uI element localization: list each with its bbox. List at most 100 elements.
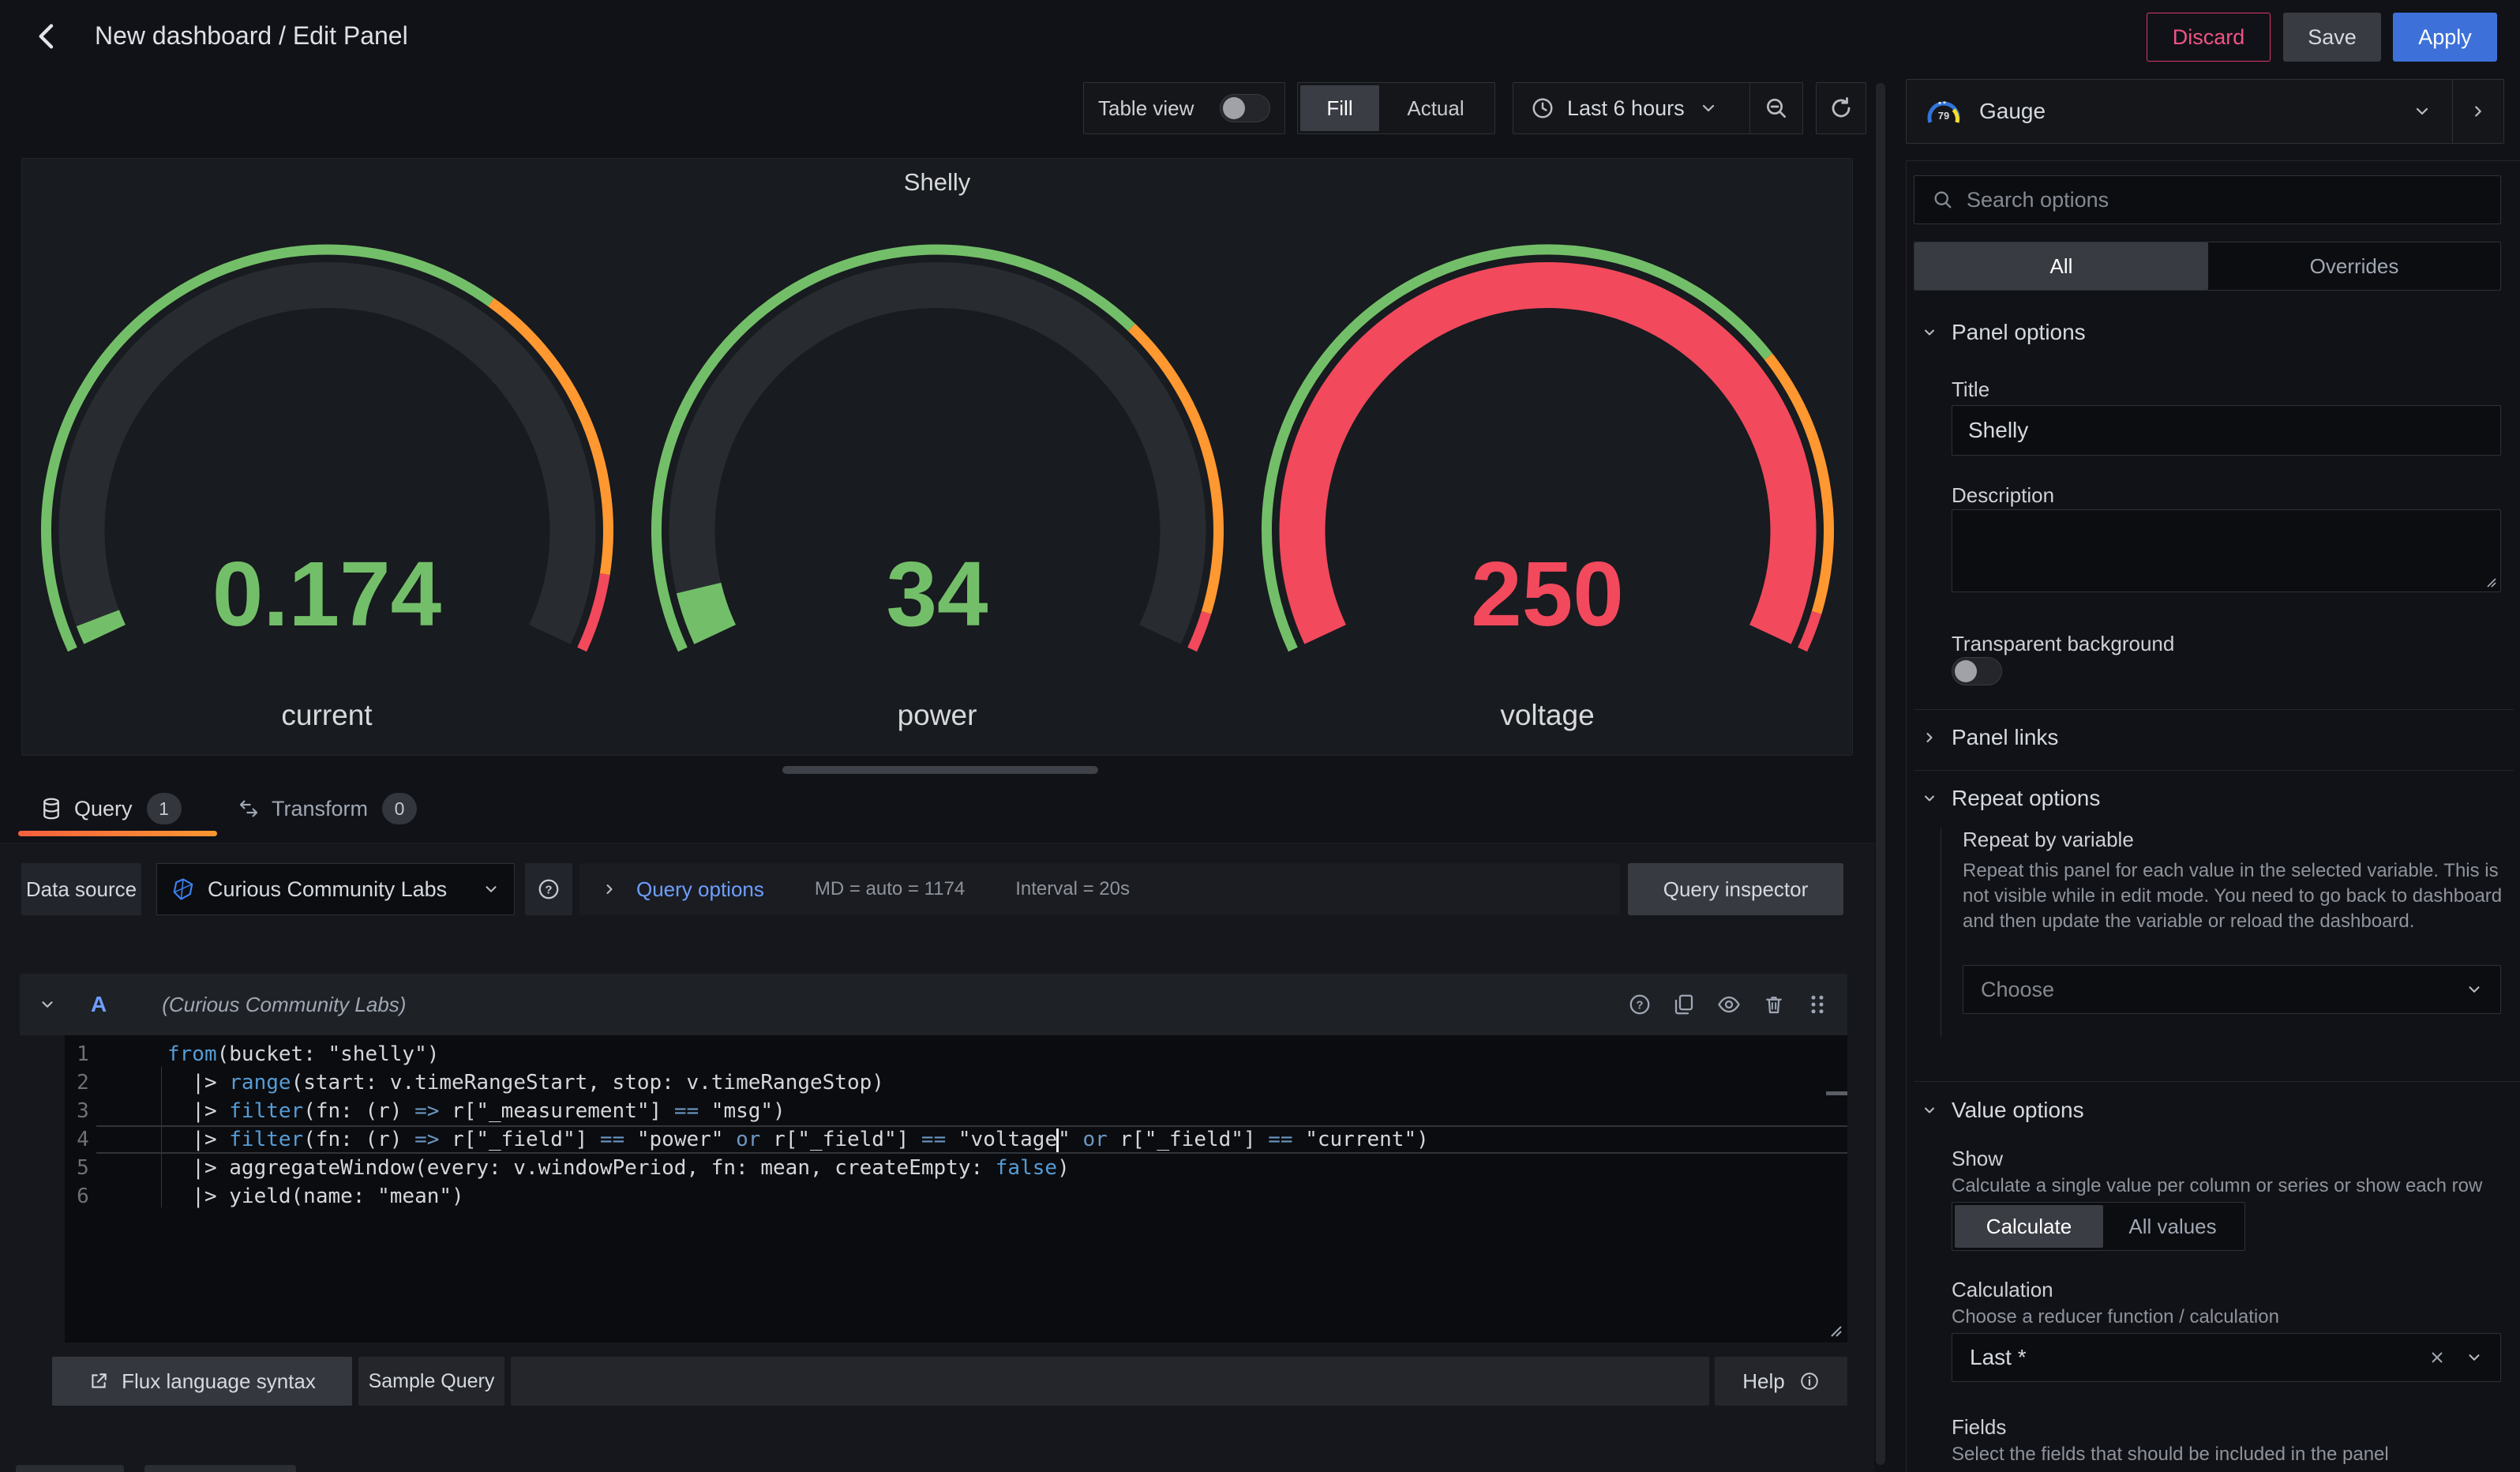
- gauge-value: 34: [632, 541, 1243, 647]
- query-tab[interactable]: Query 1: [39, 788, 182, 829]
- transform-tab-label: Transform: [272, 797, 368, 821]
- chevron-down-icon: [1699, 99, 1718, 118]
- query-help-icon[interactable]: ?: [1628, 993, 1652, 1016]
- editor-footer-spacer[interactable]: [511, 1357, 1709, 1406]
- section-divider: [1914, 1081, 2520, 1082]
- line-number: 4: [65, 1125, 101, 1154]
- chevron-right-icon: [602, 881, 617, 897]
- code-line-4[interactable]: 4 |> filter(fn: (r) => r["_field"] == "p…: [65, 1125, 1847, 1154]
- gauge-value: 250: [1243, 541, 1853, 647]
- delete-query-icon[interactable]: [1762, 993, 1786, 1016]
- code-text: |> filter(fn: (r) => r["_measurement"] =…: [167, 1097, 786, 1125]
- panel-resize-handle[interactable]: [782, 766, 1098, 774]
- tab-overrides[interactable]: Overrides: [2208, 254, 2500, 279]
- code-line-5[interactable]: 5 |> aggregateWindow(every: v.windowPeri…: [65, 1154, 1847, 1182]
- save-button[interactable]: Save: [2283, 13, 2381, 62]
- svg-text:79: 79: [1938, 110, 1949, 122]
- repeat-variable-select[interactable]: Choose: [1963, 965, 2501, 1014]
- gauge-voltage: 250voltage: [1243, 201, 1853, 746]
- table-view-label: Table view: [1098, 96, 1194, 121]
- gauge-arc: [1243, 201, 1853, 746]
- editor-resize-handle[interactable]: [1825, 1320, 1843, 1338]
- gauge-viz-icon: 79: [1924, 96, 1963, 127]
- code-line-2[interactable]: 2 |> range(start: v.timeRangeStart, stop…: [65, 1068, 1847, 1097]
- time-range-picker[interactable]: Last 6 hours: [1513, 96, 1749, 121]
- tab-all[interactable]: All: [1914, 242, 2208, 290]
- hide-query-icon[interactable]: [1716, 993, 1742, 1016]
- repeat-options-title: Repeat options: [1952, 786, 2100, 811]
- top-bar: New dashboard / Edit Panel Discard Save …: [0, 0, 2520, 75]
- svg-text:?: ?: [1636, 998, 1643, 1012]
- back-button[interactable]: [28, 17, 66, 55]
- drag-handle-icon[interactable]: [1806, 993, 1828, 1016]
- external-link-icon: [88, 1371, 109, 1391]
- panel-links-header[interactable]: Panel links: [1922, 725, 2058, 750]
- code-line-1[interactable]: 1from(bucket: "shelly"): [65, 1040, 1847, 1068]
- refresh-button[interactable]: [1816, 82, 1866, 134]
- code-line-6[interactable]: 6 |> yield(name: "mean"): [65, 1182, 1847, 1211]
- clock-icon: [1531, 96, 1554, 120]
- panel-options-title: Panel options: [1952, 320, 2086, 345]
- show-mode-switch: Calculate All values: [1952, 1202, 2245, 1251]
- query-options-bar[interactable]: Query options MD = auto = 1174 Interval …: [579, 863, 1620, 915]
- fill-option[interactable]: Fill: [1300, 85, 1379, 131]
- section-divider: [1914, 709, 2514, 710]
- add-query-button[interactable]: [16, 1465, 124, 1472]
- code-text: |> yield(name: "mean"): [167, 1182, 464, 1211]
- fill-actual-switch: Fill Actual: [1297, 82, 1495, 134]
- flux-syntax-button[interactable]: Flux language syntax: [52, 1357, 352, 1406]
- apply-button[interactable]: Apply: [2393, 13, 2497, 62]
- time-controls: Last 6 hours: [1513, 82, 1803, 134]
- expression-button[interactable]: [144, 1465, 296, 1472]
- visualization-name: Gauge: [1979, 99, 2413, 124]
- transparent-background-toggle[interactable]: [1952, 657, 2002, 685]
- calculate-option[interactable]: Calculate: [1955, 1205, 2103, 1248]
- table-view-toggle[interactable]: [1220, 94, 1270, 122]
- line-number: 3: [65, 1097, 101, 1125]
- options-pane: [1906, 160, 2520, 1472]
- calculation-select[interactable]: Last *: [1952, 1333, 2501, 1382]
- query-options-label: Query options: [636, 877, 764, 902]
- code-text: from(bucket: "shelly"): [167, 1040, 439, 1068]
- code-text: |> range(start: v.timeRangeStart, stop: …: [167, 1068, 884, 1097]
- collapse-options-button[interactable]: [2453, 103, 2503, 120]
- table-view-control: Table view: [1083, 82, 1285, 134]
- all-values-option[interactable]: All values: [2103, 1215, 2242, 1239]
- textarea-resize-handle[interactable]: [2483, 574, 2497, 588]
- collapse-chevron-icon: [39, 996, 56, 1013]
- transform-icon: [237, 797, 261, 820]
- panel-description-input[interactable]: [1952, 509, 2501, 592]
- datasource-picker[interactable]: Curious Community Labs: [156, 863, 515, 915]
- sample-query-button[interactable]: Sample Query: [358, 1357, 504, 1406]
- calculation-value: Last *: [1970, 1345, 2428, 1370]
- gauge-label: current: [22, 699, 632, 732]
- value-options-header[interactable]: Value options: [1922, 1098, 2084, 1123]
- show-description: Calculate a single value per column or s…: [1952, 1173, 2482, 1199]
- help-button[interactable]: Help: [1715, 1357, 1847, 1406]
- discard-button[interactable]: Discard: [2147, 13, 2271, 62]
- query-row-header[interactable]: A (Curious Community Labs) ?: [20, 974, 1847, 1035]
- panel-options-header[interactable]: Panel options: [1922, 320, 2086, 345]
- toggle-knob: [1223, 97, 1245, 119]
- gauge-row: 0.174current34power250voltage: [22, 201, 1852, 746]
- datasource-help-button[interactable]: ?: [525, 863, 572, 915]
- actual-option[interactable]: Actual: [1379, 96, 1492, 121]
- flux-code-editor[interactable]: 1from(bucket: "shelly")2 |> range(start:…: [65, 1035, 1847, 1342]
- clear-icon[interactable]: [2428, 1348, 2447, 1367]
- duplicate-query-icon[interactable]: [1672, 993, 1696, 1016]
- repeat-options-header[interactable]: Repeat options: [1922, 786, 2100, 811]
- query-inspector-button[interactable]: Query inspector: [1628, 863, 1843, 915]
- svg-text:?: ?: [545, 883, 552, 896]
- code-line-3[interactable]: 3 |> filter(fn: (r) => r["_measurement"]…: [65, 1097, 1847, 1125]
- search-icon: [1932, 189, 1954, 211]
- search-options-field[interactable]: Search options: [1914, 175, 2501, 224]
- main-scrollbar[interactable]: [1876, 83, 1885, 1465]
- zoom-out-button[interactable]: [1750, 96, 1802, 121]
- toggle-knob: [1955, 660, 1977, 682]
- transform-tab[interactable]: Transform 0: [237, 788, 417, 829]
- query-datasource-hint: (Curious Community Labs): [162, 993, 406, 1017]
- panel-title-input[interactable]: Shelly: [1952, 405, 2501, 456]
- transparent-background-label: Transparent background: [1952, 632, 2174, 656]
- repeat-description: Repeat this panel for each value in the …: [1963, 858, 2506, 934]
- visualization-picker[interactable]: 79 Gauge: [1906, 79, 2504, 144]
